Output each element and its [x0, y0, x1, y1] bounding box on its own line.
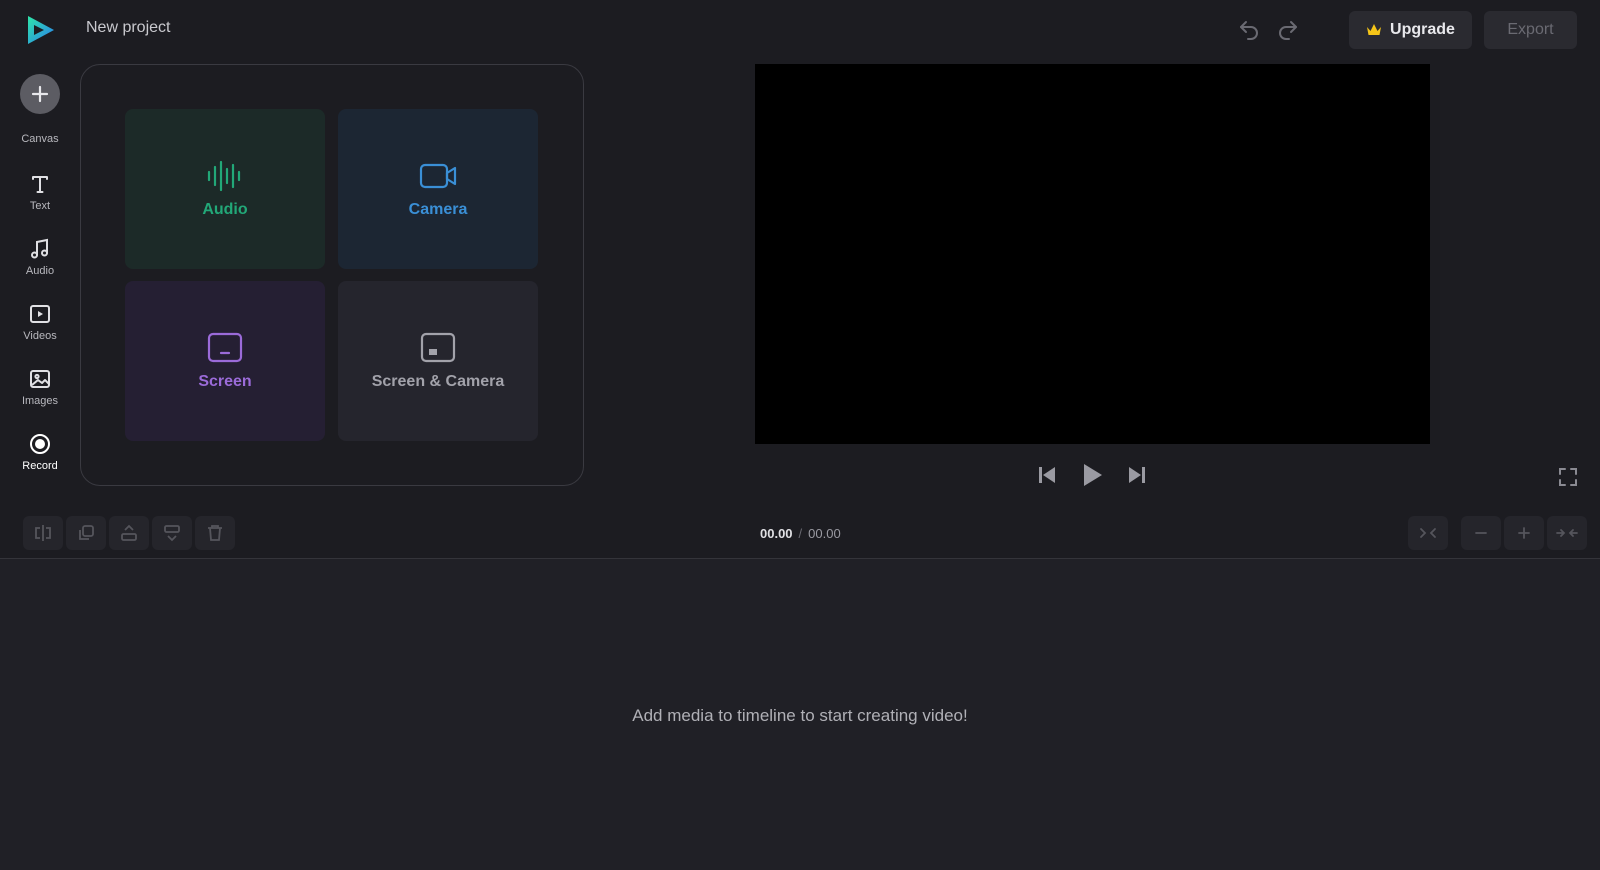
record-option-label: Screen & Camera — [371, 373, 505, 390]
upgrade-label: Upgrade — [1390, 21, 1455, 38]
sidebar-item-label: Record — [22, 460, 58, 472]
sidebar-item-record[interactable]: Record — [0, 432, 80, 492]
screen-icon — [207, 332, 243, 363]
current-time: 00.00 — [760, 526, 793, 541]
timeline-toolbar: 00.00 / 00.00 — [0, 510, 1600, 559]
sidebar-item-label: Videos — [23, 330, 57, 342]
waveform-icon — [207, 160, 241, 192]
sidebar-item-images[interactable]: Images — [0, 367, 80, 427]
undo-icon[interactable] — [1237, 18, 1261, 42]
sidebar-item-label: Images — [21, 395, 59, 407]
plus-icon — [31, 85, 49, 103]
record-audio-option[interactable]: Audio — [125, 109, 325, 269]
fit-timeline-button[interactable] — [1408, 516, 1448, 550]
music-note-icon — [31, 238, 48, 259]
duplicate-icon — [79, 525, 94, 540]
fit-icon — [1420, 528, 1436, 538]
sidebar-item-label: Audio — [25, 265, 55, 277]
trash-icon — [208, 525, 222, 541]
delete-button[interactable] — [195, 516, 235, 550]
plus-icon — [1518, 527, 1530, 539]
video-preview[interactable] — [755, 64, 1430, 444]
collapse-icon — [1556, 529, 1578, 537]
split-button[interactable] — [23, 516, 63, 550]
upgrade-button[interactable]: Upgrade — [1349, 11, 1472, 49]
left-sidebar: Canvas Text Audio Videos Images Record — [0, 60, 80, 500]
timeline-empty-message: Add media to timeline to start creating … — [632, 706, 968, 725]
record-option-label: Audio — [202, 201, 248, 218]
record-icon — [30, 434, 50, 454]
video-icon — [30, 305, 50, 323]
timecode: 00.00 / 00.00 — [760, 526, 841, 541]
play-icon[interactable] — [1080, 462, 1104, 488]
skip-back-icon[interactable] — [1036, 464, 1058, 486]
sidebar-item-videos[interactable]: Videos — [0, 302, 80, 362]
timeline-area[interactable]: Add media to timeline to start creating … — [0, 559, 1600, 870]
move-up-button[interactable] — [109, 516, 149, 550]
layer-down-icon — [164, 525, 180, 542]
move-down-button[interactable] — [152, 516, 192, 550]
zoom-out-button[interactable] — [1461, 516, 1501, 550]
minus-icon — [1475, 532, 1487, 534]
player-controls — [1030, 460, 1190, 492]
export-button[interactable]: Export — [1484, 11, 1577, 49]
add-canvas-button[interactable] — [20, 74, 60, 114]
total-time: 00.00 — [808, 526, 841, 541]
duplicate-button[interactable] — [66, 516, 106, 550]
sidebar-item-label: Text — [29, 200, 51, 212]
fullscreen-icon[interactable] — [1557, 466, 1579, 488]
sidebar-item-text[interactable]: Text — [0, 172, 80, 232]
app-logo-icon[interactable] — [25, 14, 57, 46]
record-option-label: Camera — [408, 201, 468, 218]
record-screen-camera-option[interactable]: Screen & Camera — [338, 281, 538, 441]
skip-forward-icon[interactable] — [1126, 464, 1148, 486]
sidebar-item-audio[interactable]: Audio — [0, 237, 80, 297]
time-separator: / — [798, 526, 803, 541]
text-icon — [32, 176, 48, 193]
layer-up-icon — [121, 524, 137, 541]
record-option-label: Screen — [198, 373, 252, 390]
sidebar-item-canvas-label: Canvas — [21, 133, 59, 145]
record-screen-option[interactable]: Screen — [125, 281, 325, 441]
record-panel: Audio Camera Screen Screen & Camera — [80, 64, 584, 486]
camera-icon — [419, 163, 457, 189]
screen-camera-icon — [420, 332, 456, 363]
top-bar: New project Upgrade Export — [0, 0, 1600, 60]
zoom-in-button[interactable] — [1504, 516, 1544, 550]
collapse-button[interactable] — [1547, 516, 1587, 550]
crown-icon — [1367, 24, 1382, 35]
project-title[interactable]: New project — [86, 19, 170, 37]
image-icon — [30, 370, 50, 388]
record-camera-option[interactable]: Camera — [338, 109, 538, 269]
split-icon — [35, 525, 51, 541]
redo-icon[interactable] — [1276, 18, 1300, 42]
